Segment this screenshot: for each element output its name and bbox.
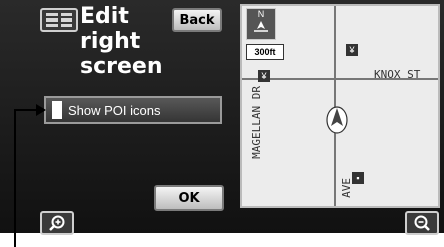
- list-icon-col: [60, 13, 72, 27]
- zoom-in-icon: [49, 215, 65, 231]
- poi-icon: ▪: [352, 172, 364, 184]
- zoom-out-icon: [414, 215, 430, 231]
- show-poi-icons-button[interactable]: Show POI icons: [44, 96, 222, 124]
- poi-icon: ¥: [258, 70, 270, 82]
- checkbox-indicator: [52, 101, 62, 119]
- street-label: AVE: [340, 178, 353, 198]
- ok-button[interactable]: OK: [154, 185, 224, 211]
- show-poi-icons-label: Show POI icons: [68, 102, 161, 118]
- map-view[interactable]: N 300ft ¥ ¥ ▪ KNOX ST MAGELLAN DR AVE: [240, 4, 440, 208]
- callout-arrow: [36, 104, 46, 116]
- north-label: N: [257, 9, 265, 19]
- north-arrow-icon: [254, 21, 268, 32]
- street-label: KNOX ST: [374, 68, 421, 81]
- vehicle-position-icon: [326, 106, 348, 134]
- zoom-in-button[interactable]: [40, 211, 74, 235]
- north-indicator[interactable]: N: [246, 8, 276, 40]
- zoom-out-button[interactable]: [405, 211, 439, 235]
- list-icon[interactable]: [40, 8, 78, 32]
- callout-line: [14, 109, 16, 247]
- map-scale: 300ft: [246, 44, 284, 60]
- list-icon-col: [46, 13, 58, 27]
- back-button[interactable]: Back: [172, 8, 222, 32]
- poi-icon: ¥: [346, 44, 358, 56]
- settings-screen: Edit right screen Back Show POI icons OK…: [0, 0, 444, 235]
- street-label: MAGELLAN DR: [250, 86, 263, 159]
